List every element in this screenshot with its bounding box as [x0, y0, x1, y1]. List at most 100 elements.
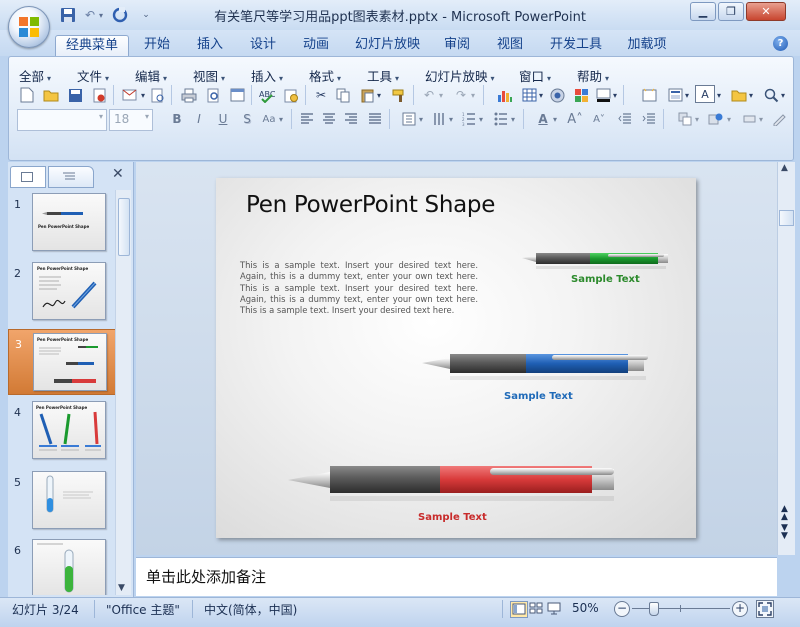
- change-case-button[interactable]: Aa: [259, 109, 279, 129]
- align-left-button[interactable]: [297, 109, 317, 129]
- arrange-dropdown[interactable]: ▾: [693, 109, 701, 129]
- open-button[interactable]: [41, 85, 61, 105]
- tab-slides[interactable]: [10, 166, 46, 188]
- redo-button[interactable]: [110, 5, 130, 25]
- minimize-button[interactable]: ▁: [690, 2, 716, 21]
- menu-format[interactable]: 格式 ▾: [309, 66, 341, 85]
- increase-indent-button[interactable]: [639, 109, 659, 129]
- shape-fill-button[interactable]: [739, 109, 759, 129]
- mail-button[interactable]: [119, 85, 139, 105]
- pen-caption-blue[interactable]: Sample Text: [504, 391, 573, 402]
- redo-toolbar-dropdown[interactable]: ▾: [469, 85, 477, 105]
- green-pen[interactable]: [522, 253, 668, 269]
- align-right-button[interactable]: [341, 109, 361, 129]
- insert-chart-button[interactable]: [495, 85, 515, 105]
- blue-pen[interactable]: [422, 354, 648, 380]
- folder-dropdown[interactable]: ▾: [747, 85, 755, 105]
- maximize-button[interactable]: ❐: [718, 2, 744, 21]
- scrollbar-thumb[interactable]: [118, 198, 130, 256]
- insert-table-button[interactable]: [519, 85, 539, 105]
- close-button[interactable]: ✕: [746, 2, 786, 21]
- thumbnail-item[interactable]: 1 Pen PowerPoint Shape: [8, 190, 115, 254]
- tab-classic-menu[interactable]: 经典菜单: [55, 35, 129, 57]
- justify-button[interactable]: [365, 109, 385, 129]
- spelling-button[interactable]: ABC: [257, 85, 277, 105]
- thumbnail-item[interactable]: 2 Pen PowerPoint Shape: [8, 259, 115, 323]
- customize-qat-button[interactable]: ⌄: [140, 5, 152, 25]
- zoom-in-icon[interactable]: +: [732, 601, 748, 617]
- pen-caption-red[interactable]: Sample Text: [418, 512, 487, 523]
- thumbnail-item[interactable]: 6: [8, 536, 115, 595]
- numbering-button[interactable]: 123: [459, 109, 479, 129]
- undo-toolbar-button[interactable]: ↶: [419, 85, 439, 105]
- quick-styles-button[interactable]: [705, 109, 725, 129]
- fill-color-dropdown[interactable]: ▾: [611, 85, 619, 105]
- arrange-button[interactable]: [675, 109, 695, 129]
- tab-developer[interactable]: 开发工具: [545, 35, 607, 56]
- tab-addins[interactable]: 加载项: [622, 35, 672, 56]
- menu-window[interactable]: 窗口 ▾: [519, 66, 551, 85]
- scroll-up-icon[interactable]: ▲: [781, 163, 788, 173]
- new-button[interactable]: [17, 85, 37, 105]
- menu-all[interactable]: 全部 ▾: [19, 66, 51, 85]
- zoom-dropdown[interactable]: ▾: [779, 85, 787, 105]
- slide-canvas[interactable]: Pen PowerPoint Shape This is a sample te…: [216, 178, 696, 538]
- font-color-dropdown[interactable]: ▾: [551, 109, 559, 129]
- grow-font-button[interactable]: A˄: [565, 109, 585, 129]
- notes-placeholder[interactable]: 单击此处添加备注: [146, 566, 266, 587]
- menu-help[interactable]: 帮助 ▾: [577, 66, 609, 85]
- pen-caption-green[interactable]: Sample Text: [571, 274, 640, 285]
- slide-scrollbar[interactable]: ▲ ▲ ▲ ▼ ▼: [777, 162, 795, 555]
- font-size-combo[interactable]: 18 ▾: [109, 109, 153, 131]
- bullets-dropdown[interactable]: ▾: [509, 109, 517, 129]
- shape-fill-dropdown[interactable]: ▾: [757, 109, 765, 129]
- zoom-slider-track[interactable]: [632, 608, 730, 609]
- close-pane-icon[interactable]: ✕: [112, 166, 124, 182]
- change-case-dropdown[interactable]: ▾: [277, 109, 285, 129]
- tab-animation[interactable]: 动画: [296, 35, 336, 56]
- shrink-font-button[interactable]: A˅: [589, 109, 609, 129]
- scrollbar-thumb[interactable]: [779, 210, 794, 226]
- color-scheme-button[interactable]: [571, 85, 591, 105]
- paste-dropdown[interactable]: ▾: [375, 85, 383, 105]
- zoom-level[interactable]: 50%: [572, 601, 599, 615]
- help-icon[interactable]: ?: [773, 36, 788, 51]
- copy-button[interactable]: [333, 85, 353, 105]
- thumbnail-item[interactable]: 5: [8, 468, 115, 532]
- zoom-slider-thumb[interactable]: [649, 602, 659, 616]
- mail-dropdown[interactable]: ▾: [139, 85, 147, 105]
- clip-art-button[interactable]: [547, 85, 567, 105]
- new-slide-button[interactable]: [639, 85, 659, 105]
- font-color-button[interactable]: A: [533, 109, 553, 129]
- language-indicator[interactable]: 中文(简体，中国): [204, 601, 297, 618]
- tab-view[interactable]: 视图: [490, 35, 530, 56]
- thumbnail-item-selected[interactable]: 3 Pen PowerPoint Shape: [8, 329, 115, 395]
- underline-button[interactable]: U: [213, 109, 233, 129]
- menu-edit[interactable]: 编辑 ▾: [135, 66, 167, 85]
- tab-outline[interactable]: [48, 166, 94, 188]
- align-center-button[interactable]: [319, 109, 339, 129]
- save-button[interactable]: [58, 5, 78, 25]
- office-button[interactable]: [8, 6, 50, 48]
- text-box-button[interactable]: A: [695, 85, 715, 103]
- scroll-down-icon[interactable]: ▼: [118, 583, 125, 593]
- menu-view[interactable]: 视图 ▾: [193, 66, 225, 85]
- print-button[interactable]: [179, 85, 199, 105]
- undo-dropdown[interactable]: ▾: [96, 5, 106, 25]
- print-preview-button[interactable]: [203, 85, 223, 105]
- attachment-button[interactable]: [147, 85, 167, 105]
- numbering-dropdown[interactable]: ▾: [477, 109, 485, 129]
- next-slide-icon[interactable]: ▼ ▼: [781, 524, 788, 541]
- research-button[interactable]: [281, 85, 301, 105]
- thumbnail-item[interactable]: 4 Pen PowerPoint Shape: [8, 398, 115, 462]
- slide-layout-dropdown[interactable]: ▾: [683, 85, 691, 105]
- fill-color-button[interactable]: [593, 85, 613, 105]
- insert-table-dropdown[interactable]: ▾: [537, 85, 545, 105]
- thumbnail-scrollbar[interactable]: ▼: [115, 190, 131, 595]
- text-direction-dropdown[interactable]: ▾: [447, 109, 455, 129]
- columns-button[interactable]: [399, 109, 419, 129]
- zoom-button[interactable]: [761, 85, 781, 105]
- theme-name[interactable]: "Office 主题": [106, 601, 180, 618]
- decrease-indent-button[interactable]: [615, 109, 635, 129]
- italic-button[interactable]: I: [189, 109, 209, 129]
